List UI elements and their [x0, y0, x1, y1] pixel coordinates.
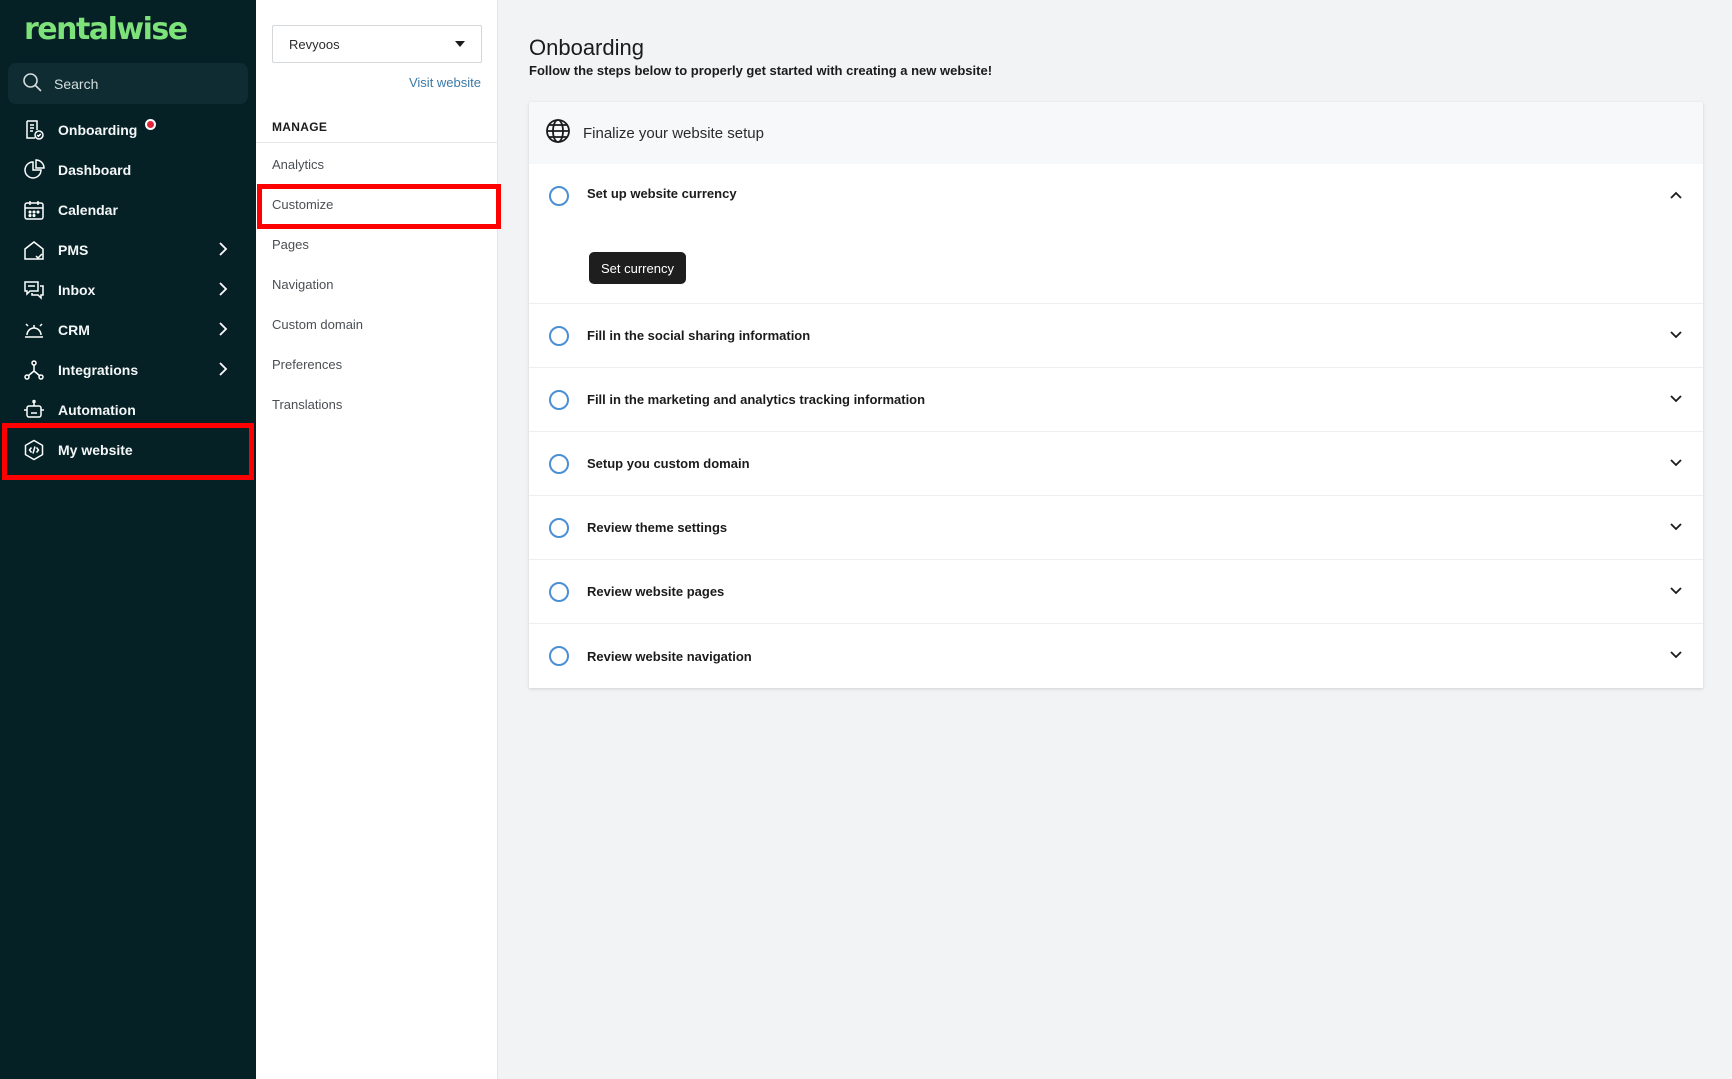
step-label: Review theme settings [587, 520, 728, 535]
sidebar-item-label: PMS [58, 242, 89, 258]
sidebar-item-label: Calendar [58, 202, 118, 218]
step-status-circle [549, 325, 569, 346]
panel-item-analytics[interactable]: Analytics [272, 157, 324, 172]
home-icon [22, 238, 46, 262]
sidebar-item-label: Dashboard [58, 162, 132, 178]
search-label: Search [54, 75, 99, 92]
sidebar-item-calendar[interactable]: Calendar [0, 190, 256, 230]
step-label: Set up website currency [587, 186, 737, 201]
card-title: Finalize your website setup [583, 124, 764, 142]
crm-icon [22, 318, 46, 342]
chevron-down-icon[interactable] [1669, 456, 1683, 471]
chevron-down-icon[interactable] [1669, 392, 1683, 407]
sidebar-item-label: Integrations [58, 362, 139, 378]
robot-icon [22, 398, 46, 422]
card-header: Finalize your website setup [529, 102, 1703, 164]
manage-section-heading: MANAGE [272, 120, 328, 134]
caret-down-icon [455, 41, 465, 47]
panel-item-navigation[interactable]: Navigation [272, 277, 333, 292]
step-label: Setup you custom domain [587, 456, 750, 471]
step-item[interactable]: Review website navigation [529, 624, 1703, 688]
step-status-circle [549, 186, 569, 206]
sidebar-item-crm[interactable]: CRM [0, 310, 256, 350]
step-item[interactable]: Review theme settings [529, 496, 1703, 560]
step-status-circle [549, 646, 569, 666]
sidebar-item-dashboard[interactable]: Dashboard [0, 150, 256, 190]
set-currency-button[interactable]: Set currency [589, 252, 686, 284]
search-icon [22, 72, 42, 95]
page-title: Onboarding [529, 35, 644, 60]
chevron-up-icon[interactable] [1669, 188, 1683, 203]
divider [256, 142, 498, 143]
website-manage-panel: Revyoos Visit website MANAGE Analytics C… [256, 0, 501, 1079]
step-status-circle [549, 581, 569, 602]
panel-item-pages[interactable]: Pages [272, 237, 309, 252]
panel-item-translations[interactable]: Translations [272, 397, 342, 412]
sidebar-item-label: CRM [58, 322, 90, 338]
chevron-down-icon[interactable] [1669, 584, 1683, 599]
sidebar-item-integrations[interactable]: Integrations [0, 350, 256, 390]
website-select[interactable]: Revyoos [272, 25, 482, 63]
chevron-down-icon[interactable] [1669, 520, 1683, 535]
chevron-right-icon [218, 321, 228, 340]
highlight-box-customize [257, 184, 501, 229]
sidebar-item-inbox[interactable]: Inbox [0, 270, 256, 310]
chevron-right-icon [218, 361, 228, 380]
step-label: Fill in the social sharing information [587, 328, 811, 343]
sidebar-nav: Onboarding Dashboard Calendar PMS Inbox … [0, 110, 256, 470]
step-label: Review website pages [587, 584, 725, 599]
integrations-icon [22, 358, 46, 382]
step-status-circle [549, 453, 569, 474]
highlight-box-my-website [2, 423, 254, 480]
sidebar-item-label: Onboarding [58, 122, 138, 138]
panel-item-preferences[interactable]: Preferences [272, 357, 342, 372]
step-item[interactable]: Set up website currency Set currency [529, 164, 1703, 304]
sidebar-item-label: Inbox [58, 282, 96, 298]
website-select-value: Revyoos [289, 36, 340, 52]
sidebar-item-onboarding[interactable]: Onboarding [0, 110, 256, 150]
step-item[interactable]: Fill in the social sharing information [529, 304, 1703, 368]
inbox-icon [22, 278, 46, 302]
step-label: Review website navigation [587, 648, 752, 664]
search-field[interactable]: Search [8, 63, 248, 104]
onboarding-icon [22, 118, 46, 142]
chevron-right-icon [218, 241, 228, 260]
step-status-circle [549, 389, 569, 410]
notification-dot [145, 118, 157, 130]
step-label: Fill in the marketing and analytics trac… [587, 392, 926, 407]
page-subtitle: Follow the steps below to properly get s… [529, 63, 993, 78]
sidebar: rentalwise Search Onboarding Dashboard C… [0, 0, 256, 1079]
step-status-circle [549, 517, 569, 538]
visit-website-link[interactable]: Visit website [409, 75, 481, 90]
dashboard-icon [22, 158, 46, 182]
globe-icon [545, 118, 571, 148]
sidebar-item-label: Automation [58, 402, 136, 418]
step-item[interactable]: Setup you custom domain [529, 432, 1703, 496]
calendar-icon [22, 198, 46, 222]
app-logo: rentalwise [24, 12, 188, 47]
chevron-down-icon[interactable] [1669, 648, 1683, 663]
sidebar-item-pms[interactable]: PMS [0, 230, 256, 270]
panel-item-custom-domain[interactable]: Custom domain [272, 317, 363, 332]
chevron-down-icon[interactable] [1669, 328, 1683, 343]
onboarding-card: Finalize your website setup Set up websi… [529, 102, 1703, 688]
step-item[interactable]: Fill in the marketing and analytics trac… [529, 368, 1703, 432]
step-item[interactable]: Review website pages [529, 560, 1703, 624]
chevron-right-icon [218, 281, 228, 300]
